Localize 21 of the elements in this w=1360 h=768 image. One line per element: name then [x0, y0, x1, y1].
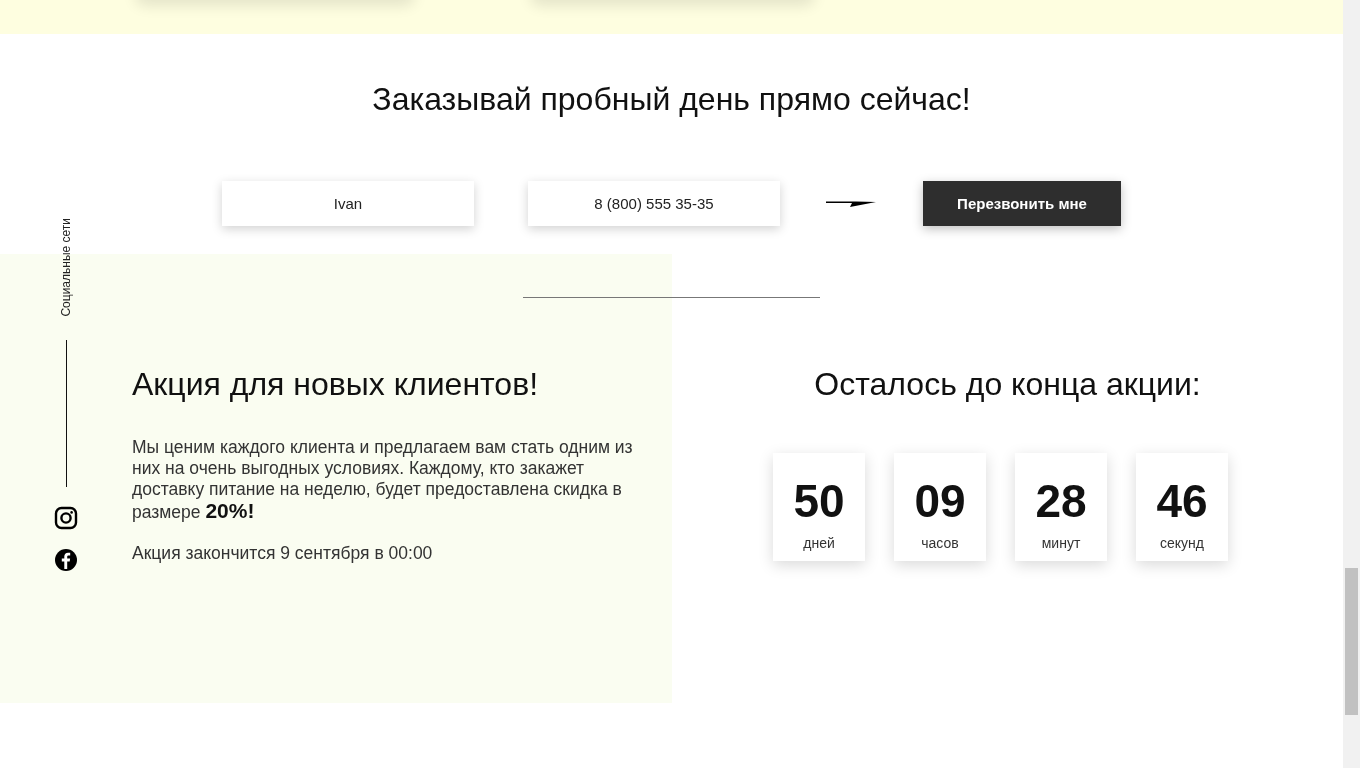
deadline-text: Акция закончится 9 сентября в 00:00: [132, 543, 434, 564]
promo-heading: Акция для новых клиентов!: [132, 366, 540, 403]
input-field[interactable]: 8 (800) 555 35-35: [528, 181, 780, 226]
countdown-number: 09: [914, 475, 966, 527]
promo-text: Мы ценим каждого клиента и предлагаем вам стать одним из них на очень выгодных условиях. Каждому, кто закажет доставку питание на неделю, будет предоставлена скидка в размере 20%!: [132, 437, 634, 523]
scrollbar[interactable]: [1343, 0, 1360, 768]
countdown-unit: дней: [803, 535, 835, 551]
countdown-heading: Осталось до конца акции:: [813, 366, 1202, 403]
social-label: Социальные сети: [59, 218, 73, 317]
callback-button[interactable]: Перезвонить мне: [923, 181, 1121, 226]
section-heading: Заказывай пробный день прямо сейчас!: [371, 80, 972, 119]
input-field[interactable]: Ivan: [222, 181, 474, 226]
countdown-unit: минут: [1041, 535, 1081, 551]
countdown-unit: часов: [921, 535, 959, 551]
countdown-number: 46: [1156, 475, 1208, 527]
instagram-icon[interactable]: [54, 505, 78, 530]
facebook-icon[interactable]: [54, 547, 78, 572]
arrow-icon: [826, 199, 876, 208]
countdown-number: 28: [1035, 475, 1087, 527]
countdown-number: 50: [793, 475, 845, 527]
countdown-unit: секунд: [1160, 535, 1204, 551]
